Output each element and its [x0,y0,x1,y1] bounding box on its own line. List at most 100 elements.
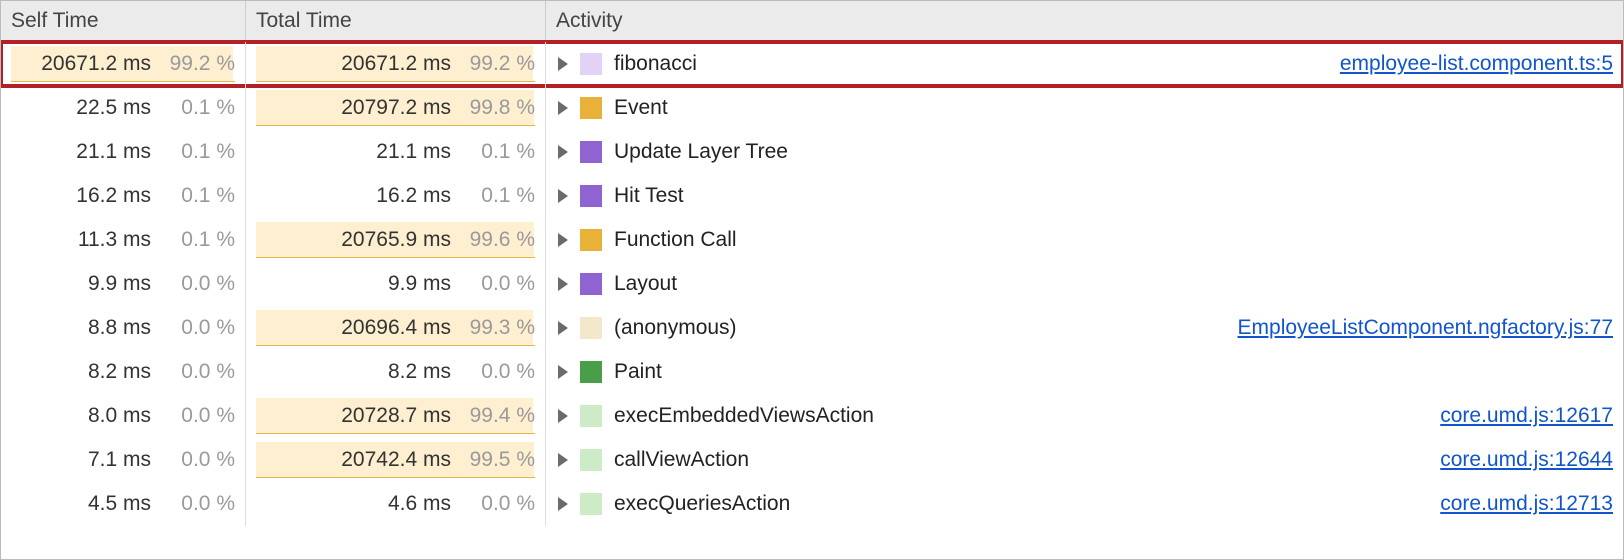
expand-caret-icon[interactable] [558,189,568,203]
self-time-cell: 9.9 ms 0.0 % [1,262,246,306]
table-row[interactable]: 22.5 ms0.1 %20797.2 ms99.8 % Event [1,86,1623,130]
col-header-self[interactable]: Self Time [1,1,246,41]
activity-cell: Function Call [546,218,1623,262]
time-pct: 0.0 % [165,360,235,384]
activity-name: (anonymous) [614,316,737,340]
time-pct: 99.8 % [465,96,535,120]
category-swatch-icon [580,317,602,339]
time-ms: 20671.2 ms [41,52,151,76]
activity-cell: Event [546,86,1623,130]
activity-name: Event [614,96,668,120]
time-ms: 8.2 ms [388,360,451,384]
table-row[interactable]: 11.3 ms0.1 % 20765.9 ms 99.6 % Function Cal… [1,218,1623,262]
expand-caret-icon[interactable] [558,409,568,423]
time-ms: 8.2 ms [88,360,151,384]
table-row[interactable]: 20671.2 ms 99.2 % 20671.2 ms 99.2 % fibonacc… [1,42,1623,86]
time-ms: 7.1 ms [88,448,151,472]
table-row[interactable]: 4.5 ms0.0 % 4.6 ms 0.0 % execQueriesAction c… [1,482,1623,526]
total-time-cell: 4.6 ms 0.0 % [246,482,546,526]
profiler-panel: Self Time Total Time Activity 20671.2 ms… [0,0,1624,560]
total-time-cell: 16.2 ms 0.1 % [246,174,546,218]
table-row[interactable]: 8.8 ms0.0 % 20696.4 ms 99.3 % (anonymous) Em… [1,306,1623,350]
time-ms: 20671.2 ms [341,52,451,76]
col-header-activity[interactable]: Activity [546,1,1623,41]
time-ms: 4.6 ms [388,492,451,516]
time-ms: 20728.7 ms [341,404,451,428]
category-swatch-icon [580,53,602,75]
time-pct: 0.0 % [465,492,535,516]
table-row[interactable]: 8.2 ms0.0 %8.2 ms0.0 %Paint [1,350,1623,394]
expand-caret-icon[interactable] [558,453,568,467]
expand-caret-icon[interactable] [558,101,568,115]
time-pct: 0.0 % [165,272,235,296]
total-time-cell: 20765.9 ms 99.6 % [246,218,546,262]
source-link[interactable]: employee-list.component.ts:5 [1340,52,1613,76]
source-link[interactable]: core.umd.js:12617 [1440,404,1613,428]
expand-caret-icon[interactable] [558,233,568,247]
activity-cell: Update Layer Tree [546,130,1623,174]
total-time-cell: 20797.2 ms99.8 % [246,86,546,130]
expand-caret-icon[interactable] [558,497,568,511]
self-time-cell: 4.5 ms0.0 % [1,482,246,526]
table-row[interactable]: 7.1 ms0.0 %20742.4 ms99.5 %callViewActio… [1,438,1623,482]
time-pct: 99.6 % [465,228,535,252]
activity-name: execQueriesAction [614,492,790,516]
time-pct: 99.2 % [165,52,235,76]
self-time-cell: 16.2 ms0.1 % [1,174,246,218]
activity-cell: execEmbeddedViewsAction core.umd.js:12617 [546,394,1623,438]
self-time-cell: 8.8 ms0.0 % [1,306,246,350]
activity-name: Function Call [614,228,737,252]
self-time-cell: 8.0 ms0.0 % [1,394,246,438]
time-ms: 4.5 ms [88,492,151,516]
expand-caret-icon[interactable] [558,145,568,159]
total-time-cell: 20696.4 ms 99.3 % [246,306,546,350]
time-ms: 16.2 ms [376,184,451,208]
activity-name: Layout [614,272,677,296]
activity-name: Hit Test [614,184,684,208]
self-time-cell: 8.2 ms 0.0 % [1,350,246,394]
activity-name: Paint [614,360,662,384]
expand-caret-icon[interactable] [558,321,568,335]
self-time-cell: 7.1 ms0.0 % [1,438,246,482]
time-pct: 99.4 % [465,404,535,428]
time-ms: 20696.4 ms [341,316,451,340]
activity-cell: callViewActioncore.umd.js:12644 [546,438,1623,482]
category-swatch-icon [580,141,602,163]
table-header: Self Time Total Time Activity [1,1,1623,42]
time-pct: 0.1 % [165,228,235,252]
source-link[interactable]: core.umd.js:12644 [1440,448,1613,472]
time-ms: 21.1 ms [376,140,451,164]
total-time-cell: 20742.4 ms99.5 % [246,438,546,482]
col-header-total[interactable]: Total Time [246,1,546,41]
expand-caret-icon[interactable] [558,365,568,379]
activity-cell: execQueriesAction core.umd.js:12713 [546,482,1623,526]
time-ms: 20765.9 ms [341,228,451,252]
time-ms: 21.1 ms [76,140,151,164]
category-swatch-icon [580,361,602,383]
time-pct: 99.2 % [465,52,535,76]
total-time-cell: 20671.2 ms 99.2 % [246,42,546,86]
self-time-cell: 22.5 ms0.1 % [1,86,246,130]
source-link[interactable]: core.umd.js:12713 [1440,492,1613,516]
expand-caret-icon[interactable] [558,277,568,291]
category-swatch-icon [580,185,602,207]
table-row[interactable]: 21.1 ms0.1 %21.1 ms0.1 %Update Layer Tre… [1,130,1623,174]
category-swatch-icon [580,493,602,515]
time-pct: 99.3 % [465,316,535,340]
category-swatch-icon [580,405,602,427]
activity-cell: Layout [546,262,1623,306]
time-pct: 0.1 % [465,184,535,208]
self-time-cell: 11.3 ms0.1 % [1,218,246,262]
table-row[interactable]: 9.9 ms 0.0 %9.9 ms 0.0 % Layout [1,262,1623,306]
time-pct: 0.1 % [165,96,235,120]
table-row[interactable]: 16.2 ms0.1 %16.2 ms0.1 %Hit Test [1,174,1623,218]
time-pct: 0.1 % [465,140,535,164]
time-ms: 9.9 ms [88,272,151,296]
expand-caret-icon[interactable] [558,57,568,71]
category-swatch-icon [580,449,602,471]
time-pct: 0.0 % [165,316,235,340]
source-link[interactable]: EmployeeListComponent.ngfactory.js:77 [1238,316,1613,340]
activity-name: fibonacci [614,52,697,76]
activity-name: execEmbeddedViewsAction [614,404,874,428]
table-row[interactable]: 8.0 ms0.0 % 20728.7 ms 99.4 % execEmbeddedV… [1,394,1623,438]
